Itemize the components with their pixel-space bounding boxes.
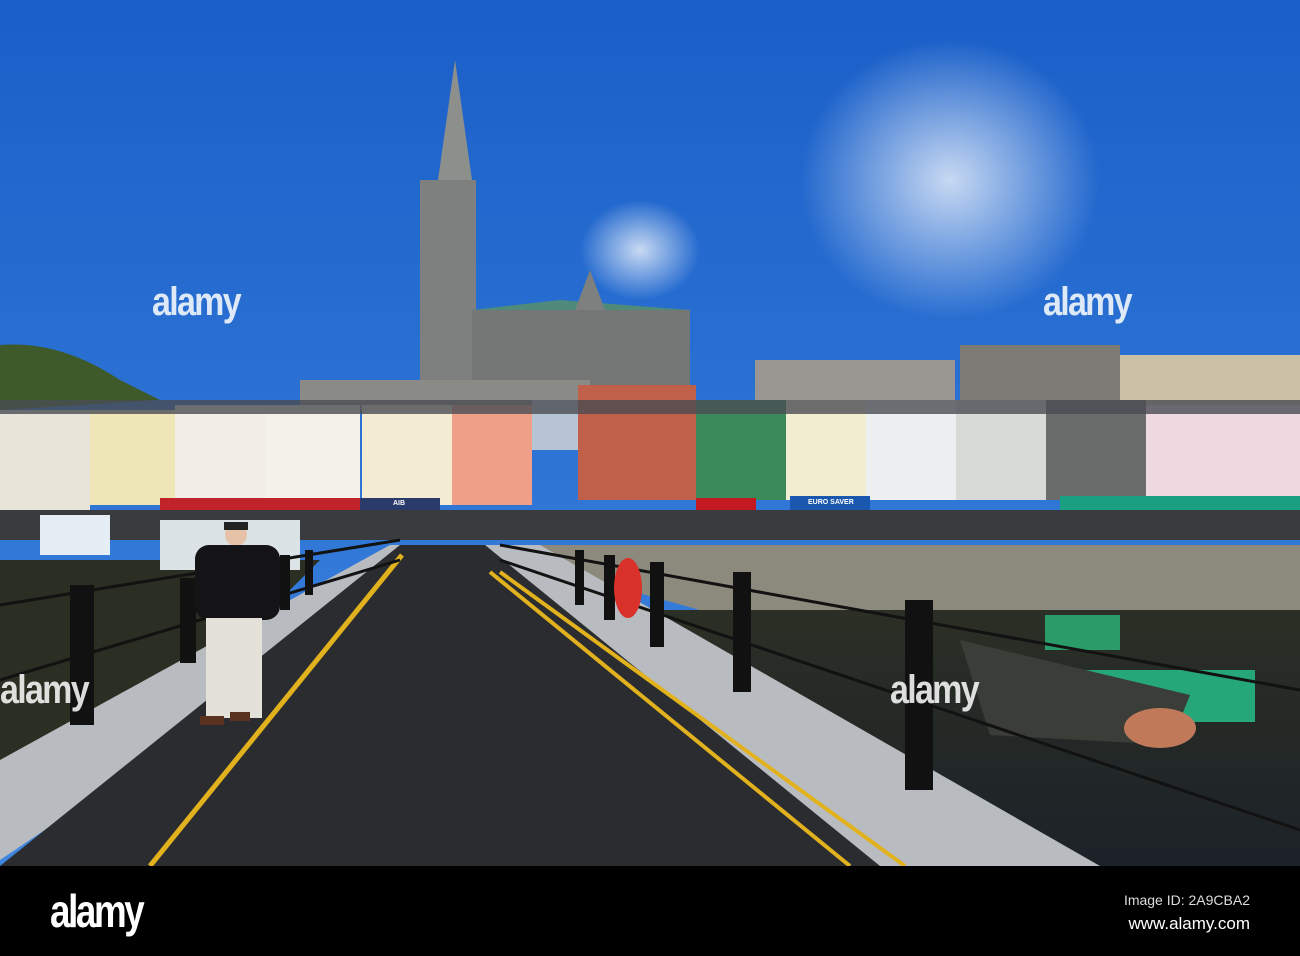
footer-bar: alamy Image ID: 2A9CBA2 www.alamy.com [0,866,1300,956]
buildings [0,385,1300,540]
shop-sign-euro-saver: EURO SAVER [808,499,854,506]
shop-sign-aib: AIB [393,500,406,507]
watermark: alamy [152,280,242,324]
alamy-logo: alamy [50,885,145,937]
watermark: alamy [1043,280,1133,324]
harbour-photo [0,0,1300,866]
website-link: www.alamy.com [1128,914,1250,933]
cloud [580,200,700,300]
watermark: alamy [0,668,90,712]
lifebuoy [614,558,642,618]
cloud [800,40,1100,320]
image-id: Image ID: 2A9CBA2 [1123,892,1250,908]
photo: AIB EURO SAVER alamy alamy alamy alamy a… [0,0,1300,956]
watermark: alamy [890,668,980,712]
